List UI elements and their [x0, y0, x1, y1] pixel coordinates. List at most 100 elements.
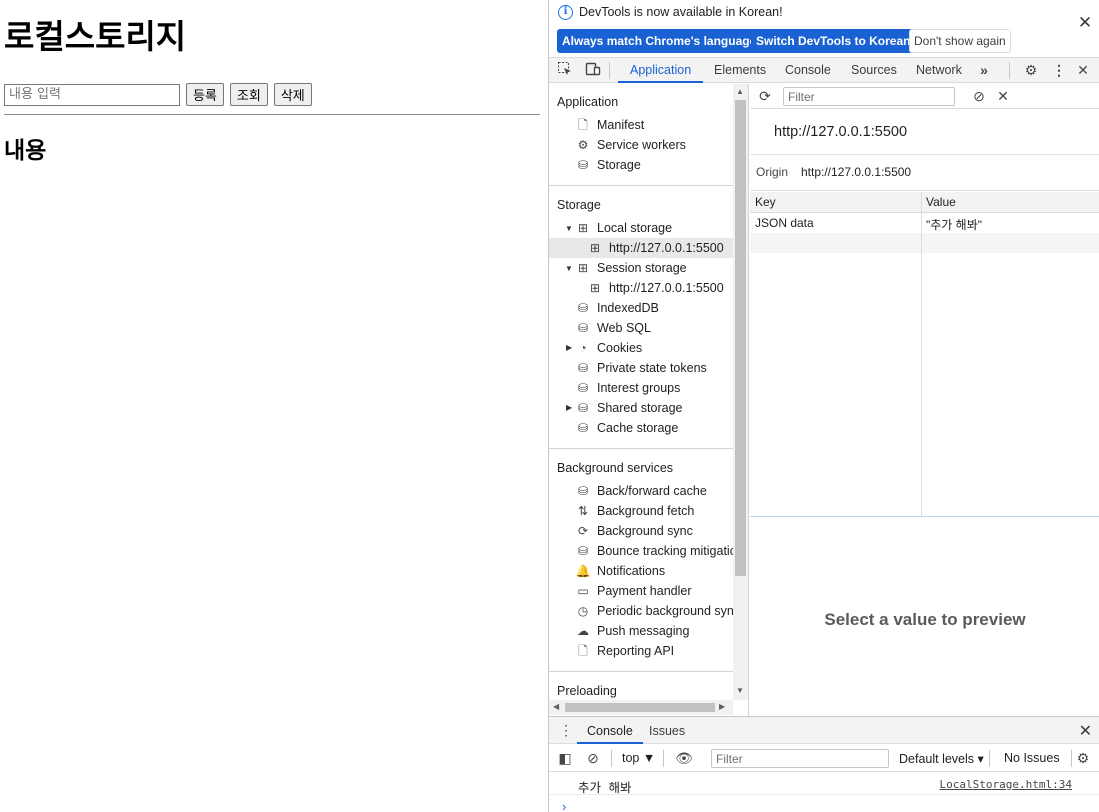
- sidebar-vertical-scrollbar[interactable]: ▲ ▼: [733, 84, 748, 700]
- log-levels-dropdown[interactable]: Default levels ▾: [899, 751, 984, 766]
- more-tabs-icon[interactable]: »: [975, 61, 993, 79]
- close-drawer-icon[interactable]: ✕: [1079, 721, 1092, 741]
- sidebar-item-background-sync[interactable]: ⟳ Background sync: [575, 521, 693, 541]
- drawer-tab-issues[interactable]: Issues: [649, 717, 685, 744]
- sidebar-item-cache-storage[interactable]: ⛁ Cache storage: [575, 418, 678, 438]
- sidebar-item-payment-handler[interactable]: ▭ Payment handler: [575, 581, 691, 601]
- delete-selected-icon[interactable]: ✕: [994, 87, 1012, 105]
- storage-main-panel: ⟳ ⊘ ✕ http://127.0.0.1:5500 Origin http:…: [750, 84, 1099, 716]
- scroll-left-arrow-icon[interactable]: ◀: [553, 702, 559, 711]
- sidebar-item-notifications[interactable]: 🔔 Notifications: [575, 561, 666, 581]
- tab-sources[interactable]: Sources: [851, 58, 897, 83]
- sidebar-item-session-storage-origin[interactable]: ⊞ http://127.0.0.1:5500: [587, 278, 724, 298]
- delete-button[interactable]: 삭제: [273, 83, 312, 106]
- cell-key: JSON data: [755, 216, 814, 230]
- sidebar-toggle-icon[interactable]: ◧: [556, 749, 574, 767]
- info-icon: i: [558, 5, 573, 20]
- sidebar-section-storage: Storage: [557, 198, 601, 212]
- console-prompt-icon[interactable]: ›: [562, 799, 566, 812]
- scrollbar-thumb[interactable]: [735, 100, 746, 576]
- sidebar-item-local-storage[interactable]: ⊞ Local storage: [575, 218, 672, 238]
- view-button[interactable]: 조회: [229, 83, 268, 106]
- database-icon: ⛁: [577, 361, 589, 375]
- collapsed-triangle-icon[interactable]: ▶: [566, 403, 572, 412]
- gears-icon: ⚙: [577, 138, 589, 152]
- tab-application[interactable]: Application: [618, 58, 704, 83]
- drawer-tab-console[interactable]: Console: [577, 717, 643, 744]
- log-message: 추가 해봐: [578, 780, 632, 795]
- content-heading: 내용: [4, 138, 47, 164]
- clock-icon: ◷: [577, 604, 589, 618]
- storage-toolbar: ⟳ ⊘ ✕: [750, 84, 1099, 109]
- issues-counter[interactable]: No Issues: [1004, 751, 1060, 765]
- close-devtools-icon[interactable]: ✕: [1074, 61, 1092, 79]
- sidebar-item-service-workers[interactable]: ⚙ Service workers: [575, 135, 686, 155]
- table-icon: ⊞: [577, 261, 589, 275]
- infobar-close-icon[interactable]: ✕: [1076, 14, 1094, 32]
- device-toolbar-icon[interactable]: [584, 61, 602, 79]
- origin-title: http://127.0.0.1:5500: [774, 124, 908, 140]
- clear-all-icon[interactable]: ⊘: [970, 87, 988, 105]
- sidebar-item-manifest[interactable]: 🗋 Manifest: [575, 115, 644, 135]
- collapsed-triangle-icon[interactable]: ▶: [566, 343, 572, 352]
- sidebar-horizontal-scrollbar[interactable]: ◀ ▶: [549, 700, 733, 715]
- sidebar-item-reporting-api[interactable]: 🗋 Reporting API: [575, 641, 674, 661]
- always-match-language-button[interactable]: Always match Chrome's language: [557, 29, 762, 53]
- context-selector[interactable]: top ▼: [622, 751, 655, 765]
- devtools-toolbar: Application Elements Console Sources Net…: [549, 58, 1099, 83]
- scroll-up-arrow-icon[interactable]: ▲: [736, 87, 744, 96]
- language-infobar: i DevTools is now available in Korean! ✕…: [549, 0, 1099, 58]
- toolbar-separator: [989, 750, 990, 767]
- tab-elements[interactable]: Elements: [714, 58, 766, 83]
- column-header-key[interactable]: Key: [755, 195, 776, 209]
- sidebar-item-periodic-background-sync[interactable]: ◷ Periodic background sync: [575, 601, 740, 621]
- sidebar-item-shared-storage[interactable]: ⛁ Shared storage: [575, 398, 683, 418]
- sidebar-item-push-messaging[interactable]: ☁ Push messaging: [575, 621, 689, 641]
- sidebar-item-cookies[interactable]: ◔ Cookies: [575, 338, 642, 358]
- settings-gear-icon[interactable]: ⚙: [1022, 61, 1040, 79]
- sidebar-item-storage[interactable]: ⛁ Storage: [575, 155, 641, 175]
- scrollbar-thumb[interactable]: [565, 703, 715, 712]
- console-settings-gear-icon[interactable]: ⚙: [1074, 749, 1092, 767]
- tab-network[interactable]: Network: [916, 58, 962, 83]
- empty-table-row[interactable]: [750, 233, 1099, 253]
- tab-console[interactable]: Console: [785, 58, 831, 83]
- switch-to-korean-button[interactable]: Switch DevTools to Korean: [751, 29, 916, 53]
- sidebar-item-interest-groups[interactable]: ⛁ Interest groups: [575, 378, 680, 398]
- drawer-menu-icon[interactable]: ⋮: [559, 722, 573, 739]
- expand-triangle-icon[interactable]: ▼: [565, 264, 573, 273]
- scroll-down-arrow-icon[interactable]: ▼: [736, 686, 744, 695]
- more-options-icon[interactable]: ⋮: [1050, 61, 1068, 79]
- devtools-panel: i DevTools is now available in Korean! ✕…: [548, 0, 1099, 812]
- console-filter-input[interactable]: [711, 749, 889, 768]
- sidebar-item-bounce-tracking[interactable]: ⛁ Bounce tracking mitigatic: [575, 541, 736, 561]
- column-header-value[interactable]: Value: [926, 195, 956, 209]
- register-button[interactable]: 등록: [186, 83, 224, 106]
- content-input[interactable]: [4, 83, 180, 106]
- table-row[interactable]: JSON data "추가 해봐": [750, 213, 1099, 233]
- expand-triangle-icon[interactable]: ▼: [565, 224, 573, 233]
- log-source-link[interactable]: LocalStorage.html:34: [940, 778, 1072, 791]
- inspect-element-icon[interactable]: [556, 61, 574, 79]
- database-icon: ⛁: [577, 401, 589, 415]
- live-expression-eye-icon[interactable]: 👁: [675, 749, 693, 767]
- document-icon: 🗋: [578, 644, 588, 658]
- clear-console-icon[interactable]: ⊘: [584, 749, 602, 767]
- sidebar-item-session-storage[interactable]: ⊞ Session storage: [575, 258, 687, 278]
- sidebar-item-background-fetch[interactable]: ⇅ Background fetch: [575, 501, 694, 521]
- storage-filter-input[interactable]: [783, 87, 955, 106]
- sidebar-section-background-services: Background services: [557, 461, 674, 475]
- sidebar-item-local-storage-origin[interactable]: ⊞ http://127.0.0.1:5500: [549, 238, 733, 258]
- storage-data-grid: Key Value JSON data "추가 해봐": [750, 192, 1099, 517]
- sidebar-item-indexeddb[interactable]: ⛁ IndexedDB: [575, 298, 659, 318]
- grid-header: Key Value: [750, 192, 1099, 213]
- refresh-icon[interactable]: ⟳: [756, 87, 774, 105]
- bell-icon: 🔔: [575, 564, 591, 578]
- sidebar-divider: [549, 448, 733, 449]
- database-icon: ⛁: [577, 544, 589, 558]
- scroll-right-arrow-icon[interactable]: ▶: [719, 702, 725, 711]
- sidebar-item-web-sql[interactable]: ⛁ Web SQL: [575, 318, 651, 338]
- sidebar-item-back-forward-cache[interactable]: ⛁ Back/forward cache: [575, 481, 707, 501]
- dont-show-again-button[interactable]: Don't show again: [909, 29, 1011, 53]
- sidebar-item-private-state-tokens[interactable]: ⛁ Private state tokens: [575, 358, 707, 378]
